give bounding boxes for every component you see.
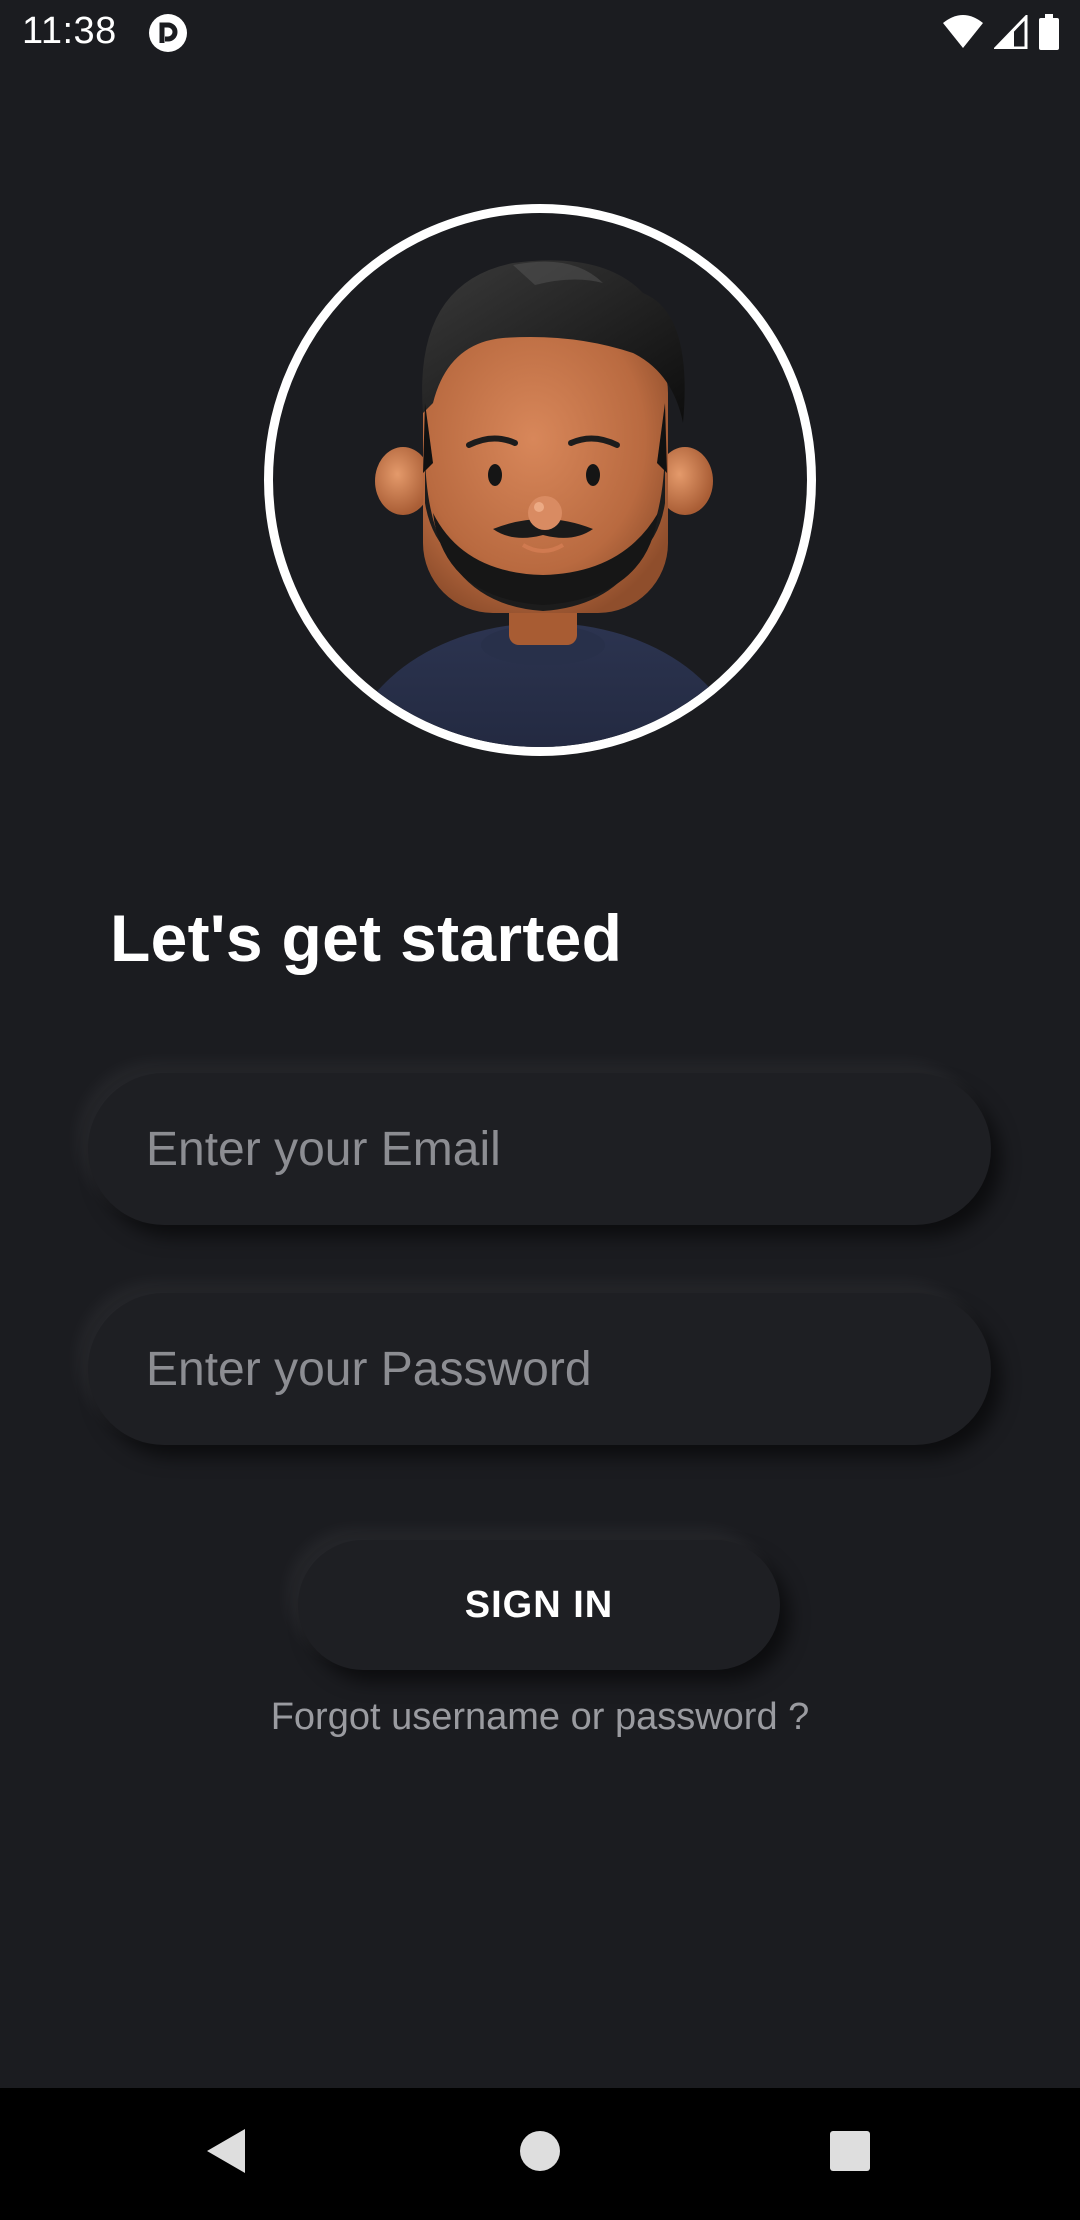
email-field[interactable] [88, 1073, 991, 1225]
user-avatar [264, 204, 816, 756]
navigation-bar [0, 2088, 1080, 2220]
password-field[interactable] [88, 1293, 991, 1445]
status-icons [942, 12, 1060, 55]
home-button[interactable] [505, 2118, 575, 2188]
home-icon [518, 2129, 562, 2178]
login-screen: 11:38 Let's get started Enter your Email… [0, 0, 1080, 2220]
notification-app-icon [148, 13, 188, 53]
status-time: 11:38 [22, 10, 117, 52]
sign-in-label: SIGN IN [464, 1583, 614, 1626]
back-icon [205, 2127, 249, 2180]
back-button[interactable] [192, 2118, 262, 2188]
wifi-icon [942, 14, 984, 54]
recents-button[interactable] [815, 2118, 885, 2188]
recents-icon [829, 2130, 871, 2177]
forgot-credentials-link[interactable]: Forgot username or password ? [0, 1696, 1080, 1739]
status-bar: 11:38 [0, 0, 1080, 66]
sign-in-button[interactable]: SIGN IN [298, 1540, 780, 1670]
email-input[interactable] [144, 1120, 991, 1178]
page-title: Let's get started [110, 901, 623, 975]
battery-icon [1038, 13, 1060, 55]
user-avatar-illustration [348, 260, 742, 747]
cellular-signal-icon [992, 12, 1028, 54]
password-input[interactable] [144, 1340, 991, 1398]
